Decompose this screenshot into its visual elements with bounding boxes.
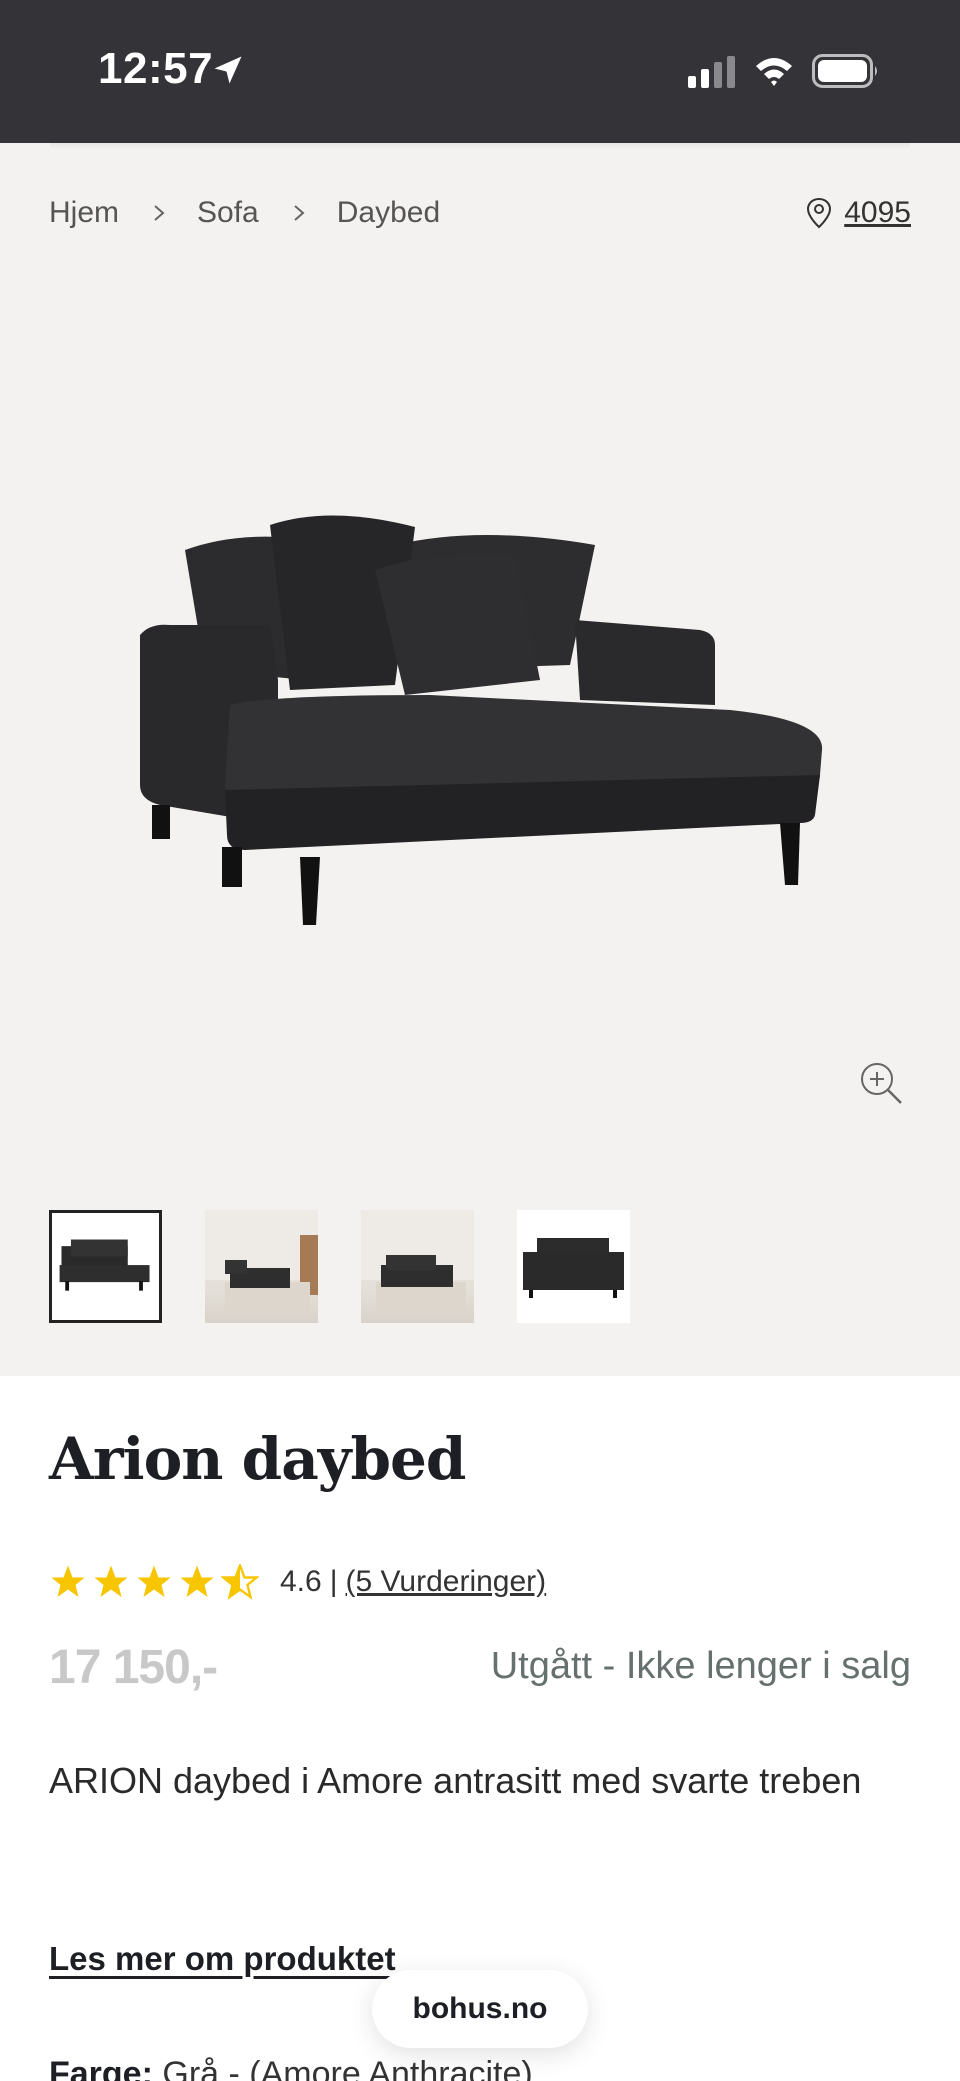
thumbnail-4[interactable]: [517, 1210, 630, 1323]
thumbnail-strip: [49, 1210, 673, 1323]
product-rating: 4.6 | (5 Vurderinger): [49, 1564, 546, 1600]
star-icon: [94, 1565, 128, 1597]
product-image[interactable]: [130, 505, 830, 945]
color-info: Farge: Grå - (Amore Anthracite): [49, 2055, 533, 2081]
thumbnail-3[interactable]: [361, 1210, 474, 1323]
map-pin-icon: [807, 197, 832, 229]
browser-domain-pill[interactable]: bohus.no: [372, 1970, 588, 2048]
rating-separator: |: [329, 1565, 338, 1598]
color-value: Grå - (Amore Anthracite): [162, 2055, 533, 2081]
thumbnail-room-image: [205, 1210, 318, 1312]
color-label: Farge:: [49, 2055, 153, 2081]
breadcrumb: Hjem Sofa Daybed: [49, 196, 440, 230]
zoom-in-icon[interactable]: [858, 1060, 904, 1106]
product-description: ARION daybed i Amore antrasitt med svart…: [49, 1760, 862, 1801]
thumbnail-sofa-image: [59, 1239, 150, 1291]
store-selector[interactable]: 4095: [806, 196, 911, 230]
location-arrow-icon: [214, 56, 242, 84]
star-icon: [137, 1565, 171, 1597]
status-time: 12:57: [98, 44, 214, 93]
breadcrumb-home[interactable]: Hjem: [49, 196, 119, 230]
rating-stars: [49, 1564, 264, 1600]
signal-icon: [688, 56, 735, 88]
stock-status: Utgått - Ikke lenger i salg: [490, 1645, 911, 1687]
read-more-link[interactable]: Les mer om produktet: [49, 1940, 396, 1978]
rating-score: 4.6: [280, 1565, 322, 1598]
chevron-right-icon: [154, 205, 165, 221]
reviews-link[interactable]: (5 Vurderinger): [346, 1565, 547, 1599]
product-title: Arion daybed: [49, 1425, 466, 1493]
chevron-right-icon: [294, 205, 305, 221]
browser-domain: bohus.no: [412, 1992, 548, 2025]
half-star-icon: [221, 1564, 259, 1600]
wifi-icon: [756, 58, 792, 86]
header-shadow: [50, 143, 910, 149]
breadcrumb-daybed[interactable]: Daybed: [337, 196, 440, 230]
star-icon: [180, 1565, 214, 1597]
status-bar: 12:57: [0, 0, 960, 143]
star-icon: [51, 1565, 85, 1597]
store-number[interactable]: 4095: [844, 196, 911, 230]
thumbnail-sofa-front-image: [523, 1238, 624, 1298]
product-price: 17 150,-: [49, 1641, 218, 1694]
thumbnail-room-image: [361, 1210, 474, 1312]
breadcrumb-sofa[interactable]: Sofa: [197, 196, 259, 230]
thumbnail-2[interactable]: [205, 1210, 318, 1323]
thumbnail-1[interactable]: [49, 1210, 162, 1323]
battery-icon: [812, 54, 877, 88]
